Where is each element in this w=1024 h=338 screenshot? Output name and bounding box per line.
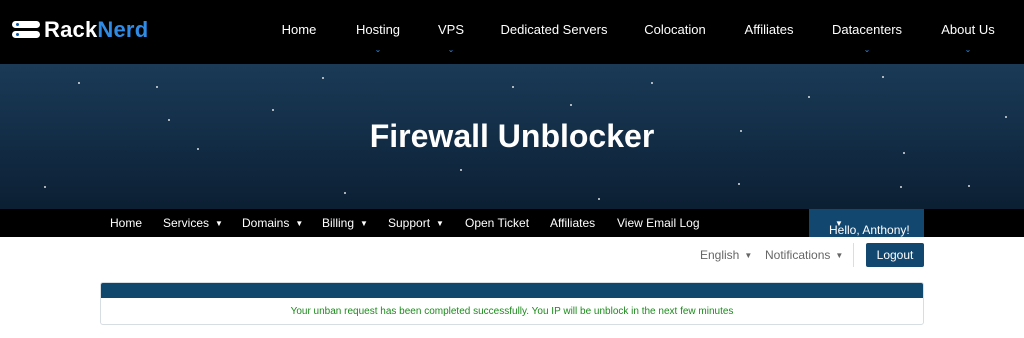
subnav-label: Support	[388, 216, 431, 230]
caret-down-icon: ▼	[360, 219, 368, 228]
logout-button[interactable]: Logout	[866, 243, 924, 267]
main-nav-about-us[interactable]: About Us	[941, 22, 994, 38]
alert-header-bar	[101, 283, 923, 298]
subnav-label: Affiliates	[550, 216, 596, 230]
top-navbar: RackNerd Home Hosting ⌄ VPS ⌄ Dedicated …	[0, 0, 1024, 64]
main-nav-hosting[interactable]: Hosting	[356, 22, 400, 38]
main-nav-dedicated-servers[interactable]: Dedicated Servers	[501, 22, 608, 38]
chevron-down-icon: ⌄	[863, 45, 871, 54]
caret-down-icon: ▼	[295, 219, 304, 228]
caret-down-icon: ▼	[215, 219, 223, 228]
notifications-dropdown[interactable]: Notifications ▼	[765, 248, 843, 264]
caret-down-icon: ▼	[835, 251, 844, 260]
chevron-down-icon: ⌄	[374, 45, 382, 54]
user-menu[interactable]: Hello, Anthony! ▼	[809, 209, 924, 237]
subnav-home[interactable]: Home	[110, 216, 142, 230]
subnav-domains[interactable]: Domains ▼	[242, 216, 303, 232]
chevron-down-icon: ⌄	[447, 45, 455, 54]
caret-down-icon: ▼	[436, 219, 444, 228]
subnav-label: Open Ticket	[465, 216, 530, 230]
main-nav-colocation[interactable]: Colocation	[644, 22, 705, 38]
success-alert: Your unban request has been completed su…	[100, 282, 924, 325]
main-nav-home[interactable]: Home	[282, 22, 317, 38]
page-title: Firewall Unblocker	[369, 118, 655, 154]
subnav-label: View Email Log	[617, 216, 700, 230]
hero-banner: Firewall Unblocker	[0, 64, 1024, 209]
subnav-billing[interactable]: Billing ▼	[322, 216, 368, 232]
notifications-label: Notifications	[765, 248, 831, 262]
main-nav: Home Hosting ⌄ VPS ⌄ Dedicated Servers C…	[0, 0, 1024, 64]
divider	[853, 243, 854, 267]
language-selector[interactable]: English ▼	[700, 248, 752, 264]
subnav-support[interactable]: Support ▼	[388, 216, 444, 232]
subnav-label: Billing	[322, 216, 355, 230]
caret-down-icon: ▼	[835, 219, 843, 228]
main-nav-datacenters[interactable]: Datacenters	[832, 22, 902, 38]
subnav-services[interactable]: Services ▼	[163, 216, 223, 232]
subnav-label: Services	[163, 216, 210, 230]
alert-message: Your unban request has been completed su…	[290, 306, 734, 317]
chevron-down-icon: ⌄	[964, 45, 972, 54]
subnav-label: Home	[110, 216, 143, 230]
subnav-view-email-log[interactable]: View Email Log	[617, 216, 700, 230]
language-label: English	[700, 248, 740, 262]
main-nav-vps[interactable]: VPS	[438, 22, 464, 38]
subnav-label: Domains	[242, 216, 290, 230]
main-nav-affiliates[interactable]: Affiliates	[745, 22, 794, 38]
caret-down-icon: ▼	[744, 251, 753, 260]
subnav-open-ticket[interactable]: Open Ticket	[465, 216, 529, 230]
subnav-affiliates[interactable]: Affiliates	[550, 216, 595, 230]
